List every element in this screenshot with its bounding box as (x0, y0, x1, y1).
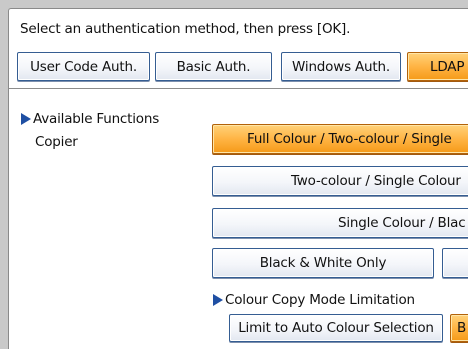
windows-auth-button[interactable]: Windows Auth. (281, 52, 401, 81)
ldap-auth-button[interactable]: LDAP (407, 52, 468, 81)
available-functions-heading: Available Functions (21, 111, 159, 127)
divider (9, 88, 468, 89)
limit-auto-colour-button[interactable]: Limit to Auto Colour Selection (229, 314, 443, 342)
copier-label: Copier (35, 134, 78, 150)
user-code-auth-button[interactable]: User Code Auth. (17, 52, 150, 81)
basic-auth-button[interactable]: Basic Auth. (155, 52, 272, 81)
two-colour-option-button[interactable]: Two-colour / Single Colour (212, 166, 468, 196)
instruction-text: Select an authentication method, then pr… (20, 21, 351, 37)
triangle-bullet-icon (213, 294, 223, 306)
option-button-partial[interactable] (442, 248, 468, 278)
colour-copy-limitation-label: Colour Copy Mode Limitation (225, 292, 415, 308)
full-colour-option-button[interactable]: Full Colour / Two-colour / Single (212, 124, 468, 154)
limit-option-partial-button[interactable]: B (450, 314, 468, 342)
single-colour-option-button[interactable]: Single Colour / Blac (212, 208, 468, 238)
triangle-bullet-icon (21, 113, 31, 125)
colour-copy-limitation-heading: Colour Copy Mode Limitation (213, 292, 415, 308)
available-functions-label: Available Functions (33, 111, 160, 127)
black-white-only-button[interactable]: Black & White Only (212, 248, 434, 278)
